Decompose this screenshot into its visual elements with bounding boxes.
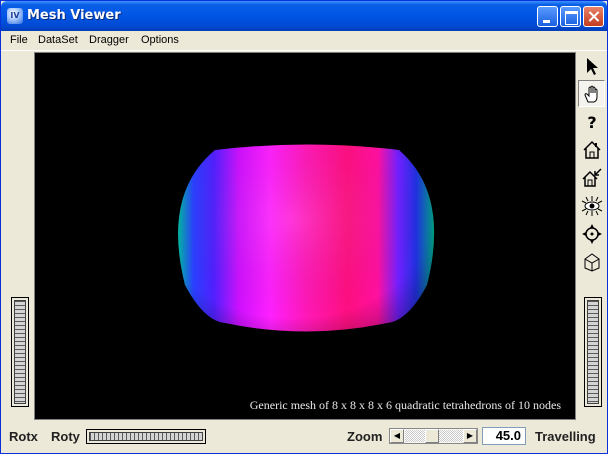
minimize-icon[interactable] bbox=[537, 6, 558, 27]
rotx-label: Rotx bbox=[9, 429, 38, 444]
mesh-render bbox=[178, 144, 435, 332]
roty-label: Roty bbox=[51, 429, 80, 444]
menu-bar: File DataSet Dragger Options bbox=[1, 31, 607, 50]
maximize-icon[interactable] bbox=[560, 6, 581, 27]
3d-viewport[interactable]: Generic mesh of 8 x 8 x 8 x 6 quadratic … bbox=[34, 52, 576, 420]
mesh-viewer-window: IV Mesh Viewer File DataSet Dragger Opti… bbox=[0, 0, 608, 454]
window-title: Mesh Viewer bbox=[27, 8, 121, 23]
zoom-slider[interactable]: ◀ ▶ bbox=[389, 428, 478, 444]
travelling-label: Travelling bbox=[535, 429, 596, 444]
roty-wheel[interactable] bbox=[86, 429, 206, 444]
set-home-icon[interactable] bbox=[578, 164, 605, 191]
menu-options[interactable]: Options bbox=[141, 34, 179, 46]
menu-dragger[interactable]: Dragger bbox=[89, 34, 129, 46]
zoom-slider-thumb[interactable] bbox=[425, 429, 439, 443]
travelling-wheel[interactable] bbox=[584, 297, 602, 407]
rotx-wheel[interactable] bbox=[11, 297, 29, 407]
zoom-label: Zoom bbox=[347, 429, 383, 444]
home-icon[interactable] bbox=[578, 136, 605, 163]
help-icon[interactable]: ? bbox=[578, 108, 605, 135]
select-arrow-icon[interactable] bbox=[578, 52, 605, 79]
svg-text:?: ? bbox=[587, 113, 596, 132]
zoom-increase-icon[interactable]: ▶ bbox=[463, 429, 477, 443]
mesh-caption: Generic mesh of 8 x 8 x 8 x 6 quadratic … bbox=[249, 398, 561, 412]
title-bar[interactable]: IV Mesh Viewer bbox=[1, 1, 607, 31]
menu-separator bbox=[1, 50, 607, 51]
menu-dataset[interactable]: DataSet bbox=[38, 34, 78, 46]
app-icon: IV bbox=[7, 8, 23, 24]
projection-icon[interactable] bbox=[578, 248, 605, 275]
close-icon[interactable] bbox=[583, 6, 604, 27]
zoom-decrease-icon[interactable]: ◀ bbox=[390, 429, 404, 443]
view-all-icon[interactable] bbox=[578, 192, 605, 219]
hand-icon[interactable] bbox=[578, 80, 605, 107]
zoom-value-field[interactable]: 45.0 bbox=[482, 427, 526, 445]
seek-icon[interactable] bbox=[578, 220, 605, 247]
menu-file[interactable]: File bbox=[10, 34, 28, 46]
